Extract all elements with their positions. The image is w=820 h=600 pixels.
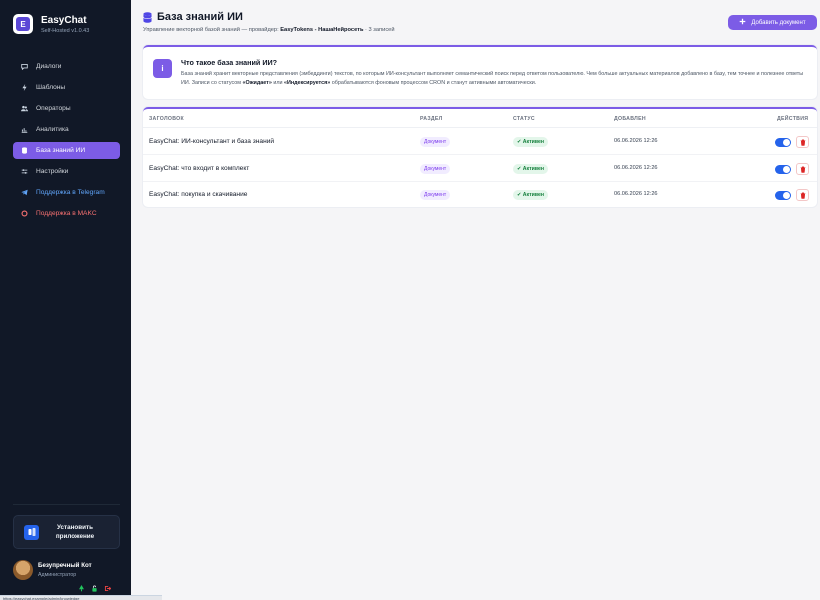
chat-icon bbox=[21, 63, 28, 70]
info-text: База знаний хранит векторные представлен… bbox=[181, 70, 811, 87]
app-name: EasyChat bbox=[41, 14, 87, 26]
added-date: 06.06.2026 12:26 bbox=[614, 191, 658, 197]
sidebar-item-label: Аналитика bbox=[36, 126, 69, 133]
column-header-actions: ДЕЙСТВИЯ bbox=[777, 116, 809, 122]
chart-icon bbox=[21, 126, 28, 133]
table-row[interactable]: EasyChat: покупка и скачивание Документ … bbox=[143, 182, 817, 208]
lock-icon[interactable] bbox=[91, 585, 98, 592]
browser-status-bar: https://easychat.example/admin/knowledge bbox=[0, 595, 162, 600]
sidebar-item-knowledge-base[interactable]: База знаний ИИ bbox=[13, 142, 120, 159]
header-divider bbox=[143, 127, 817, 128]
table-row[interactable]: EasyChat: что входит в комплект Документ… bbox=[143, 156, 817, 182]
user-name: Безупречный Кот bbox=[38, 562, 92, 569]
add-document-label: Добавить документ bbox=[751, 19, 806, 26]
sidebar-item-analytics[interactable]: Аналитика bbox=[13, 121, 120, 138]
plus-icon bbox=[739, 18, 746, 27]
added-date: 06.06.2026 12:26 bbox=[614, 165, 658, 171]
sidebar-item-templates[interactable]: Шаблоны bbox=[13, 79, 120, 96]
sidebar-item-settings[interactable]: Настройки bbox=[13, 163, 120, 180]
info-icon: i bbox=[153, 59, 172, 78]
brand[interactable]: E EasyChat Self-Hosted v1.0.43 bbox=[13, 14, 89, 34]
sidebar-item-label: Поддержка в MAKC bbox=[36, 210, 97, 217]
column-header-title[interactable]: ЗАГОЛОВОК bbox=[149, 116, 184, 122]
user-profile[interactable]: Безупречный Кот Администратор bbox=[13, 560, 92, 580]
info-text-part: обрабатываются фоновым процессом CRON и … bbox=[331, 79, 537, 86]
users-icon bbox=[21, 105, 28, 112]
max-icon bbox=[21, 210, 28, 217]
status-badge: ✔ Активен bbox=[513, 137, 549, 147]
sidebar-item-label: Операторы bbox=[36, 105, 71, 112]
provider-name: EasyTokens - НашаНейросеть bbox=[280, 27, 364, 33]
record-count: 3 записей bbox=[368, 27, 395, 33]
tree-icon[interactable] bbox=[78, 585, 85, 592]
sidebar-item-label: База знаний ИИ bbox=[36, 147, 86, 154]
section-badge: Документ bbox=[420, 164, 451, 174]
subtitle-prefix: Управление векторной базой знаний — пров… bbox=[143, 27, 279, 33]
column-header-section[interactable]: РАЗДЕЛ bbox=[420, 116, 443, 122]
sidebar: E EasyChat Self-Hosted v1.0.43 Диалоги Ш… bbox=[0, 0, 131, 600]
sidebar-item-label: Поддержка в Telegram bbox=[36, 189, 105, 196]
avatar bbox=[13, 560, 33, 580]
bolt-icon bbox=[21, 84, 28, 91]
sidebar-item-label: Диалоги bbox=[36, 63, 62, 70]
user-role: Администратор bbox=[38, 572, 77, 578]
document-title[interactable]: EasyChat: покупка и скачивание bbox=[149, 191, 247, 198]
sidebar-item-operators[interactable]: Операторы bbox=[13, 100, 120, 117]
user-actions bbox=[78, 585, 112, 592]
sidebar-item-max-support[interactable]: Поддержка в MAKC bbox=[13, 205, 120, 222]
section-badge: Документ bbox=[420, 137, 451, 147]
sliders-icon bbox=[21, 168, 28, 175]
document-title[interactable]: EasyChat: ИИ-консультант и база знаний bbox=[149, 138, 274, 145]
app-logo-letter: E bbox=[16, 17, 30, 31]
sidebar-item-label: Настройки bbox=[36, 168, 69, 175]
sidebar-item-dialogs[interactable]: Диалоги bbox=[13, 58, 120, 75]
delete-button[interactable] bbox=[796, 189, 809, 201]
info-text-or: или bbox=[273, 79, 283, 86]
section-badge: Документ bbox=[420, 190, 451, 200]
column-header-status[interactable]: СТАТУС bbox=[513, 116, 535, 122]
table-row[interactable]: EasyChat: ИИ-консультант и база знаний Д… bbox=[143, 129, 817, 155]
active-toggle[interactable] bbox=[775, 138, 791, 147]
status-label: Активен bbox=[522, 166, 545, 172]
trash-icon bbox=[800, 139, 805, 146]
database-icon bbox=[21, 147, 28, 154]
add-document-button[interactable]: Добавить документ bbox=[728, 15, 817, 30]
info-card: i Что такое база знаний ИИ? База знаний … bbox=[143, 45, 817, 99]
status-badge: ✔ Активен bbox=[513, 190, 549, 200]
delete-button[interactable] bbox=[796, 163, 809, 175]
app-install-icon bbox=[24, 524, 39, 540]
app-logo: E bbox=[13, 14, 33, 34]
sidebar-item-label: Шаблоны bbox=[36, 84, 66, 91]
trash-icon bbox=[800, 166, 805, 173]
status-label: Активен bbox=[522, 139, 545, 145]
status-label: Активен bbox=[522, 192, 545, 198]
database-icon bbox=[143, 11, 152, 23]
sidebar-nav: Диалоги Шаблоны Операторы Аналитика База… bbox=[13, 58, 120, 226]
telegram-icon bbox=[21, 189, 28, 196]
document-title[interactable]: EasyChat: что входит в комплект bbox=[149, 165, 249, 172]
trash-icon bbox=[800, 192, 805, 199]
logout-icon[interactable] bbox=[104, 585, 112, 592]
active-toggle[interactable] bbox=[775, 165, 791, 174]
column-header-added[interactable]: ДОБАВЛЕН bbox=[614, 116, 646, 122]
install-app-label: Установить приложение bbox=[55, 524, 95, 540]
active-toggle[interactable] bbox=[775, 191, 791, 200]
sidebar-divider bbox=[13, 504, 120, 505]
sidebar-item-telegram-support[interactable]: Поддержка в Telegram bbox=[13, 184, 120, 201]
app-version: Self-Hosted v1.0.43 bbox=[41, 27, 90, 34]
page-title: База знаний ИИ bbox=[157, 11, 243, 23]
status-indexing: «Индексируется» bbox=[283, 79, 331, 86]
status-badge: ✔ Активен bbox=[513, 164, 549, 174]
install-app-button[interactable]: Установить приложение bbox=[13, 515, 120, 549]
page-header: База знаний ИИ Управление векторной базо… bbox=[143, 11, 395, 33]
knowledge-table: ЗАГОЛОВОК РАЗДЕЛ СТАТУС ДОБАВЛЕН ДЕЙСТВИ… bbox=[143, 107, 817, 207]
added-date: 06.06.2026 12:26 bbox=[614, 138, 658, 144]
subtitle-separator: · bbox=[365, 27, 367, 33]
status-waiting: «Ожидает» bbox=[242, 79, 272, 86]
page-subtitle: Управление векторной базой знаний — пров… bbox=[143, 27, 395, 33]
delete-button[interactable] bbox=[796, 136, 809, 148]
info-title: Что такое база знаний ИИ? bbox=[181, 58, 278, 67]
